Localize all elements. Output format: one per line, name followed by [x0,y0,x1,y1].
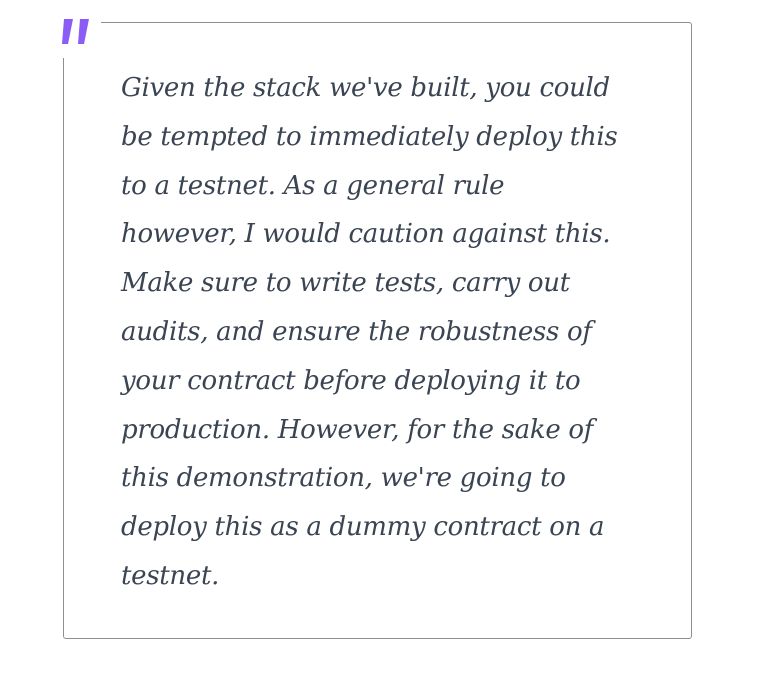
quote-line: be tempted to immediately deploy this [121,121,618,152]
quote-line: your contract before deploying it to [121,365,581,396]
quote-line: testnet. [121,560,220,591]
quote-line: audits, and ensure the robustness of [121,316,592,347]
quote-line: Make sure to write tests, carry out [121,268,570,299]
quote-mark-icon [58,12,100,48]
quote-line: production. However, for the sake of [121,414,594,445]
quote-line: however, I would caution against this. [121,219,611,250]
quote-line: Given the stack we've built, you could [121,73,610,103]
quote-line: this demonstration, we're going to [121,463,566,494]
quote-line: deploy this as a dummy contract on a [121,512,605,543]
blockquote-text: Given the stack we've built, you could b… [121,64,661,601]
quote-line: to a testnet. As a general rule [121,170,505,201]
